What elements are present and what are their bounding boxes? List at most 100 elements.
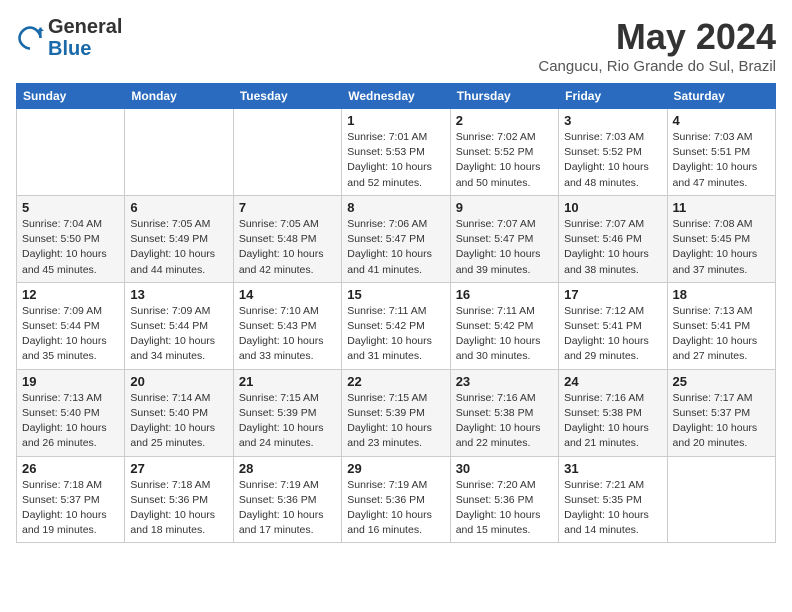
day-info: Sunrise: 7:05 AMSunset: 5:48 PMDaylight:… bbox=[239, 217, 336, 278]
day-info: Sunrise: 7:16 AMSunset: 5:38 PMDaylight:… bbox=[564, 391, 661, 452]
page-header: General Blue May 2024 Cangucu, Rio Grand… bbox=[16, 16, 776, 75]
logo-icon bbox=[16, 24, 44, 52]
calendar-cell: 4 Sunrise: 7:03 AMSunset: 5:51 PMDaylight… bbox=[667, 109, 775, 196]
logo: General Blue bbox=[16, 16, 122, 60]
day-info: Sunrise: 7:07 AMSunset: 5:47 PMDaylight:… bbox=[456, 217, 553, 278]
day-number: 21 bbox=[239, 374, 336, 389]
calendar-header: SundayMondayTuesdayWednesdayThursdayFrid… bbox=[17, 84, 776, 109]
day-number: 3 bbox=[564, 113, 661, 128]
day-number: 28 bbox=[239, 461, 336, 476]
weekday-header: Friday bbox=[559, 84, 667, 109]
title-block: May 2024 Cangucu, Rio Grande do Sul, Bra… bbox=[538, 16, 776, 75]
month-title: May 2024 bbox=[538, 16, 776, 58]
day-info: Sunrise: 7:01 AMSunset: 5:53 PMDaylight:… bbox=[347, 130, 444, 191]
day-info: Sunrise: 7:21 AMSunset: 5:35 PMDaylight:… bbox=[564, 478, 661, 539]
day-info: Sunrise: 7:08 AMSunset: 5:45 PMDaylight:… bbox=[673, 217, 770, 278]
day-number: 19 bbox=[22, 374, 119, 389]
day-number: 24 bbox=[564, 374, 661, 389]
day-info: Sunrise: 7:07 AMSunset: 5:46 PMDaylight:… bbox=[564, 217, 661, 278]
day-number: 6 bbox=[130, 200, 227, 215]
calendar-cell bbox=[233, 109, 341, 196]
day-number: 13 bbox=[130, 287, 227, 302]
day-info: Sunrise: 7:03 AMSunset: 5:52 PMDaylight:… bbox=[564, 130, 661, 191]
day-number: 10 bbox=[564, 200, 661, 215]
calendar-cell: 13Sunrise: 7:09 AMSunset: 5:44 PMDayligh… bbox=[125, 282, 233, 369]
calendar-week-row: 26 Sunrise: 7:18 AMSunset: 5:37 PMDayligh… bbox=[17, 456, 776, 543]
weekday-header: Thursday bbox=[450, 84, 558, 109]
calendar-cell: 28Sunrise: 7:19 AMSunset: 5:36 PMDayligh… bbox=[233, 456, 341, 543]
day-number: 1 bbox=[347, 113, 444, 128]
location-text: Cangucu, Rio Grande do Sul, Brazil bbox=[538, 58, 776, 75]
calendar-cell: 7Sunrise: 7:05 AMSunset: 5:48 PMDaylight… bbox=[233, 195, 341, 282]
day-number: 9 bbox=[456, 200, 553, 215]
calendar-cell: 19 Sunrise: 7:13 AMSunset: 5:40 PMDayligh… bbox=[17, 369, 125, 456]
calendar-cell: 8Sunrise: 7:06 AMSunset: 5:47 PMDaylight… bbox=[342, 195, 450, 282]
day-number: 30 bbox=[456, 461, 553, 476]
day-info: Sunrise: 7:03 AMSunset: 5:51 PMDaylight:… bbox=[673, 130, 770, 191]
logo-blue-text: Blue bbox=[48, 38, 91, 60]
day-info: Sunrise: 7:11 AMSunset: 5:42 PMDaylight:… bbox=[456, 304, 553, 365]
calendar-cell: 29 Sunrise: 7:19 AMSunset: 5:36 PMDayligh… bbox=[342, 456, 450, 543]
calendar-cell: 11Sunrise: 7:08 AMSunset: 5:45 PMDayligh… bbox=[667, 195, 775, 282]
day-info: Sunrise: 7:06 AMSunset: 5:47 PMDaylight:… bbox=[347, 217, 444, 278]
day-info: Sunrise: 7:13 AMSunset: 5:40 PMDaylight:… bbox=[22, 391, 119, 452]
day-info: Sunrise: 7:20 AMSunset: 5:36 PMDaylight:… bbox=[456, 478, 553, 539]
day-info: Sunrise: 7:17 AMSunset: 5:37 PMDaylight:… bbox=[673, 391, 770, 452]
day-info: Sunrise: 7:18 AMSunset: 5:37 PMDaylight:… bbox=[22, 478, 119, 539]
day-info: Sunrise: 7:04 AMSunset: 5:50 PMDaylight:… bbox=[22, 217, 119, 278]
day-number: 22 bbox=[347, 374, 444, 389]
calendar-cell: 14 Sunrise: 7:10 AMSunset: 5:43 PMDayligh… bbox=[233, 282, 341, 369]
day-info: Sunrise: 7:09 AMSunset: 5:44 PMDaylight:… bbox=[22, 304, 119, 365]
calendar-cell: 17Sunrise: 7:12 AMSunset: 5:41 PMDayligh… bbox=[559, 282, 667, 369]
calendar-cell: 20Sunrise: 7:14 AMSunset: 5:40 PMDayligh… bbox=[125, 369, 233, 456]
weekday-header: Sunday bbox=[17, 84, 125, 109]
calendar-body: 1 Sunrise: 7:01 AMSunset: 5:53 PMDaylight… bbox=[17, 109, 776, 543]
weekday-header: Wednesday bbox=[342, 84, 450, 109]
calendar-cell bbox=[125, 109, 233, 196]
calendar-cell: 25 Sunrise: 7:17 AMSunset: 5:37 PMDayligh… bbox=[667, 369, 775, 456]
day-info: Sunrise: 7:19 AMSunset: 5:36 PMDaylight:… bbox=[347, 478, 444, 539]
weekday-header: Saturday bbox=[667, 84, 775, 109]
day-number: 16 bbox=[456, 287, 553, 302]
day-number: 26 bbox=[22, 461, 119, 476]
day-number: 17 bbox=[564, 287, 661, 302]
day-info: Sunrise: 7:15 AMSunset: 5:39 PMDaylight:… bbox=[347, 391, 444, 452]
day-number: 29 bbox=[347, 461, 444, 476]
day-info: Sunrise: 7:15 AMSunset: 5:39 PMDaylight:… bbox=[239, 391, 336, 452]
day-number: 2 bbox=[456, 113, 553, 128]
day-number: 14 bbox=[239, 287, 336, 302]
day-info: Sunrise: 7:02 AMSunset: 5:52 PMDaylight:… bbox=[456, 130, 553, 191]
day-number: 31 bbox=[564, 461, 661, 476]
calendar-cell: 3 Sunrise: 7:03 AMSunset: 5:52 PMDaylight… bbox=[559, 109, 667, 196]
weekday-header: Tuesday bbox=[233, 84, 341, 109]
calendar-week-row: 5 Sunrise: 7:04 AMSunset: 5:50 PMDaylight… bbox=[17, 195, 776, 282]
weekday-header-row: SundayMondayTuesdayWednesdayThursdayFrid… bbox=[17, 84, 776, 109]
calendar-cell: 27Sunrise: 7:18 AMSunset: 5:36 PMDayligh… bbox=[125, 456, 233, 543]
weekday-header: Monday bbox=[125, 84, 233, 109]
calendar-cell: 2 Sunrise: 7:02 AMSunset: 5:52 PMDaylight… bbox=[450, 109, 558, 196]
calendar-cell: 15Sunrise: 7:11 AMSunset: 5:42 PMDayligh… bbox=[342, 282, 450, 369]
calendar-cell: 23 Sunrise: 7:16 AMSunset: 5:38 PMDayligh… bbox=[450, 369, 558, 456]
calendar-cell: 10 Sunrise: 7:07 AMSunset: 5:46 PMDayligh… bbox=[559, 195, 667, 282]
day-info: Sunrise: 7:11 AMSunset: 5:42 PMDaylight:… bbox=[347, 304, 444, 365]
calendar-cell: 5 Sunrise: 7:04 AMSunset: 5:50 PMDaylight… bbox=[17, 195, 125, 282]
calendar-cell bbox=[17, 109, 125, 196]
calendar-cell: 30 Sunrise: 7:20 AMSunset: 5:36 PMDayligh… bbox=[450, 456, 558, 543]
calendar-cell: 26 Sunrise: 7:18 AMSunset: 5:37 PMDayligh… bbox=[17, 456, 125, 543]
calendar-cell: 12Sunrise: 7:09 AMSunset: 5:44 PMDayligh… bbox=[17, 282, 125, 369]
day-number: 5 bbox=[22, 200, 119, 215]
calendar-cell: 16 Sunrise: 7:11 AMSunset: 5:42 PMDayligh… bbox=[450, 282, 558, 369]
calendar-cell: 31 Sunrise: 7:21 AMSunset: 5:35 PMDayligh… bbox=[559, 456, 667, 543]
calendar-week-row: 1 Sunrise: 7:01 AMSunset: 5:53 PMDaylight… bbox=[17, 109, 776, 196]
day-info: Sunrise: 7:14 AMSunset: 5:40 PMDaylight:… bbox=[130, 391, 227, 452]
day-number: 23 bbox=[456, 374, 553, 389]
calendar-cell bbox=[667, 456, 775, 543]
day-info: Sunrise: 7:16 AMSunset: 5:38 PMDaylight:… bbox=[456, 391, 553, 452]
calendar-table: SundayMondayTuesdayWednesdayThursdayFrid… bbox=[16, 83, 776, 543]
day-info: Sunrise: 7:10 AMSunset: 5:43 PMDaylight:… bbox=[239, 304, 336, 365]
day-number: 27 bbox=[130, 461, 227, 476]
day-number: 4 bbox=[673, 113, 770, 128]
day-info: Sunrise: 7:05 AMSunset: 5:49 PMDaylight:… bbox=[130, 217, 227, 278]
calendar-cell: 21 Sunrise: 7:15 AMSunset: 5:39 PMDayligh… bbox=[233, 369, 341, 456]
day-number: 25 bbox=[673, 374, 770, 389]
